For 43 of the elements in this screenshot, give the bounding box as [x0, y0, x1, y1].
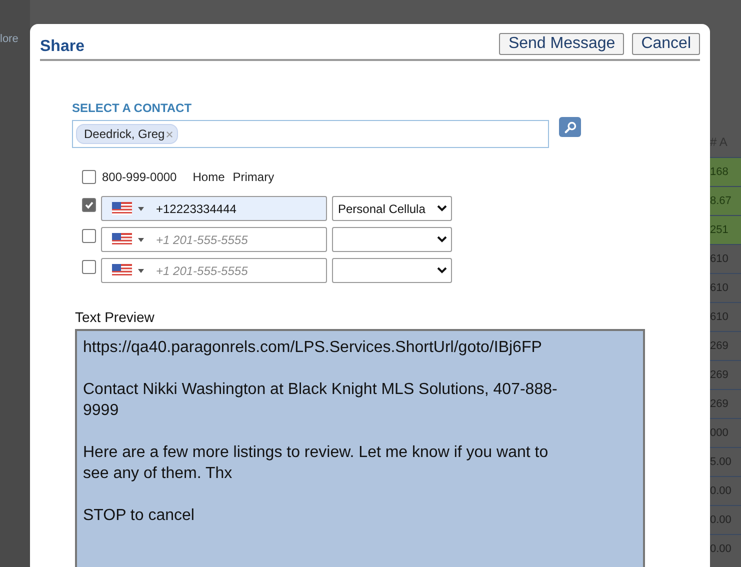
phone-type-select[interactable] — [332, 227, 452, 252]
preview-paragraph: Here are a few more listings to review. Let me know if you want to see any of them. Thx — [83, 443, 550, 484]
table-cell: 251 — [710, 215, 741, 244]
phone-type: Home — [192, 170, 225, 184]
search-button[interactable] — [559, 117, 581, 137]
dropdown-caret-icon[interactable] — [138, 206, 144, 210]
preview-paragraph: https://qa40.paragonrels.com/LPS.Services.ShortUrl/goto/IBj6FP — [83, 338, 543, 358]
table-cell: 168 — [710, 157, 741, 186]
preview-paragraph: Contact Nikki Washington at Black Knight MLS Solutions, 407-888-9999 — [83, 380, 558, 421]
flag-icon — [112, 202, 132, 215]
flag-icon — [112, 233, 132, 246]
dialog-title: Share — [40, 38, 84, 56]
dropdown-caret-icon[interactable] — [138, 238, 144, 242]
contact-name: Deedrick, Greg — [84, 127, 165, 141]
phone-input[interactable]: +12223334444 — [101, 196, 327, 221]
checkbox[interactable] — [82, 260, 96, 274]
chevron-down-icon — [437, 236, 447, 243]
table-cell: 8.67 — [710, 186, 741, 215]
remove-icon[interactable] — [166, 130, 173, 138]
flag-icon — [112, 264, 132, 277]
dialog-button[interactable]: Send Message — [499, 33, 624, 55]
search-icon — [564, 120, 576, 134]
phone-placeholder: +1 201-555-5555 — [156, 264, 248, 278]
checkbox[interactable] — [82, 229, 96, 243]
preview-label: Text Preview — [75, 309, 156, 325]
phone-input[interactable]: +1 201-555-5555 — [101, 227, 327, 252]
chevron-down-icon — [437, 205, 447, 212]
phone-value: +12223334444 — [156, 202, 236, 216]
phone-input[interactable]: +1 201-555-5555 — [101, 258, 327, 283]
dialog-button[interactable]: Cancel — [632, 33, 700, 55]
contact-field[interactable]: Deedrick, Greg — [72, 120, 549, 148]
phone-type-select[interactable] — [332, 258, 452, 283]
phone-type-select[interactable]: Personal Cellula — [332, 196, 452, 221]
phone-placeholder: +1 201-555-5555 — [156, 232, 248, 246]
dropdown-caret-icon[interactable] — [138, 268, 144, 272]
menu-text: lore — [0, 33, 20, 45]
phone-number: 800-999-0000 — [102, 170, 177, 184]
preview-paragraph: STOP to cancel — [83, 506, 196, 526]
checkbox[interactable] — [82, 198, 96, 212]
chevron-down-icon — [437, 267, 447, 274]
contact-label: SELECT A CONTACT — [72, 101, 193, 115]
primary-label: Primary — [232, 170, 274, 184]
checkbox[interactable] — [82, 170, 96, 184]
